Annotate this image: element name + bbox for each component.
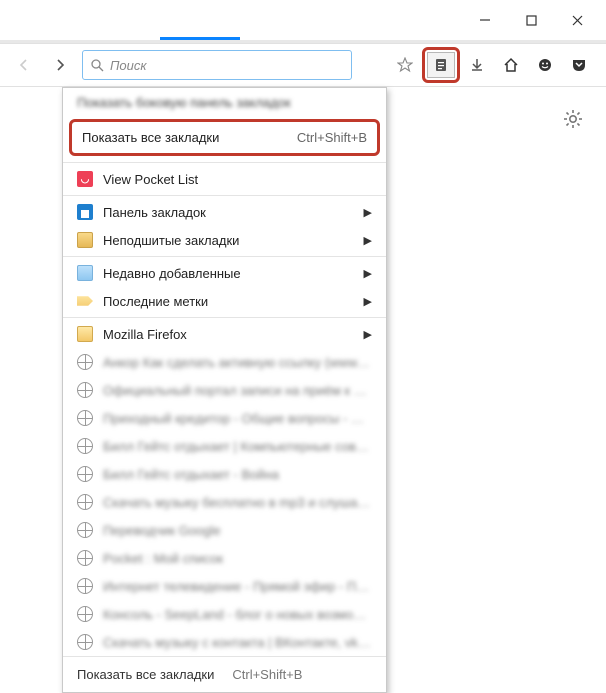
home-icon (503, 57, 519, 73)
menu-item-bookmark[interactable]: Анкор Как сделать активную ссылку (www.N… (63, 348, 386, 376)
pocket-icon: ◡ (77, 171, 93, 187)
gear-icon (562, 108, 584, 130)
menu-item-label: Панель закладок (103, 205, 354, 220)
bookmark-star-button[interactable] (388, 48, 422, 82)
menu-item-bookmark[interactable]: Билл Гейтс отдыхает | Компьютерные совет… (63, 432, 386, 460)
menu-item-bookmark[interactable]: Скачать музыку с контакта | ВКонтакте, v… (63, 628, 386, 656)
folder-icon (77, 232, 93, 248)
menu-item-bookmark[interactable]: Приходный кредитор - Общие вопросы - Ме… (63, 404, 386, 432)
globe-icon (77, 606, 93, 622)
menu-item-label: View Pocket List (103, 172, 372, 187)
submenu-arrow-icon: ▶ (364, 328, 372, 341)
menu-separator (63, 195, 386, 196)
bookmarks-dropdown-menu: Показать боковую панель закладок Показат… (62, 87, 387, 693)
search-input[interactable]: Поиск (82, 50, 352, 80)
nav-back-button[interactable] (10, 51, 38, 79)
download-icon (469, 57, 485, 73)
menu-separator (63, 317, 386, 318)
pocket-icon (571, 57, 587, 73)
menu-separator (63, 256, 386, 257)
menu-footer-shortcut: Ctrl+Shift+B (232, 667, 302, 682)
submenu-arrow-icon: ▶ (364, 295, 372, 308)
submenu-arrow-icon: ▶ (364, 267, 372, 280)
nav-forward-button[interactable] (46, 51, 74, 79)
home-button[interactable] (494, 48, 528, 82)
globe-icon (77, 382, 93, 398)
tab-strip (0, 40, 606, 43)
menu-item-unsorted-bookmarks[interactable]: Неподшитые закладки ▶ (63, 226, 386, 254)
submenu-arrow-icon: ▶ (364, 234, 372, 247)
menu-item-label: Показать все закладки (82, 130, 219, 145)
menu-separator (63, 162, 386, 163)
menu-item-bookmark[interactable]: Консоль - SeepLand - блог о новых возмож… (63, 600, 386, 628)
menu-item-mozilla-folder[interactable]: Mozilla Firefox ▶ (63, 320, 386, 348)
downloads-button[interactable] (460, 48, 494, 82)
smiley-button[interactable] (528, 48, 562, 82)
menu-item-label: Последние метки (103, 294, 354, 309)
globe-icon (77, 466, 93, 482)
globe-icon (77, 438, 93, 454)
browser-toolbar: Поиск (0, 43, 606, 87)
menu-item-shortcut: Ctrl+Shift+B (297, 130, 367, 145)
menu-item-label: Недавно добавленные (103, 266, 354, 281)
folder-icon (77, 326, 93, 342)
smiley-icon (537, 57, 553, 73)
search-icon (91, 59, 104, 72)
globe-icon (77, 354, 93, 370)
submenu-arrow-icon: ▶ (364, 206, 372, 219)
recent-icon (77, 265, 93, 281)
menu-item-bookmark[interactable]: Скачать музыку бесплатно в mp3 и слушать… (63, 488, 386, 516)
menu-item-bookmark[interactable]: Официальный портал записи на приём к вра… (63, 376, 386, 404)
menu-item-show-all-bookmarks[interactable]: Показать все закладки Ctrl+Shift+B (69, 119, 380, 156)
menu-item-pocket[interactable]: ◡ View Pocket List (63, 165, 386, 193)
pocket-button[interactable] (562, 48, 596, 82)
menu-item-recently-added[interactable]: Недавно добавленные ▶ (63, 259, 386, 287)
menu-item-label: Mozilla Firefox (103, 327, 354, 342)
globe-icon (77, 578, 93, 594)
menu-item-bookmarks-toolbar[interactable]: Панель закладок ▶ (63, 198, 386, 226)
menu-item-bookmark[interactable]: Билл Гейтс отдыхает - Война (63, 460, 386, 488)
tag-icon (77, 293, 93, 309)
search-placeholder: Поиск (110, 58, 147, 73)
bookmarks-menu-button-highlight (422, 47, 460, 83)
globe-icon (77, 494, 93, 510)
menu-item-bookmark[interactable]: Интернет телевидение - Прямой эфир - Пер… (63, 572, 386, 600)
panel-icon (77, 204, 93, 220)
window-titlebar (0, 0, 606, 40)
menu-item-bookmark[interactable]: Pocket : Мой список (63, 544, 386, 572)
menu-item-recent-tags[interactable]: Последние метки ▶ (63, 287, 386, 315)
settings-gear-button[interactable] (562, 108, 584, 135)
globe-icon (77, 522, 93, 538)
globe-icon (77, 550, 93, 566)
window-minimize-button[interactable] (462, 5, 508, 35)
globe-icon (77, 410, 93, 426)
clipboard-icon (433, 57, 449, 73)
menu-item-show-sidebar[interactable]: Показать боковую панель закладок (63, 88, 386, 117)
bookmarks-menu-button[interactable] (427, 52, 455, 78)
menu-item-bookmark[interactable]: Переводчик Google (63, 516, 386, 544)
star-icon (397, 57, 413, 73)
menu-footer-show-all[interactable]: Показать все закладки Ctrl+Shift+B (63, 656, 386, 692)
window-close-button[interactable] (554, 5, 600, 35)
window-maximize-button[interactable] (508, 5, 554, 35)
globe-icon (77, 634, 93, 650)
menu-footer-label: Показать все закладки (77, 667, 214, 682)
menu-item-label: Неподшитые закладки (103, 233, 354, 248)
